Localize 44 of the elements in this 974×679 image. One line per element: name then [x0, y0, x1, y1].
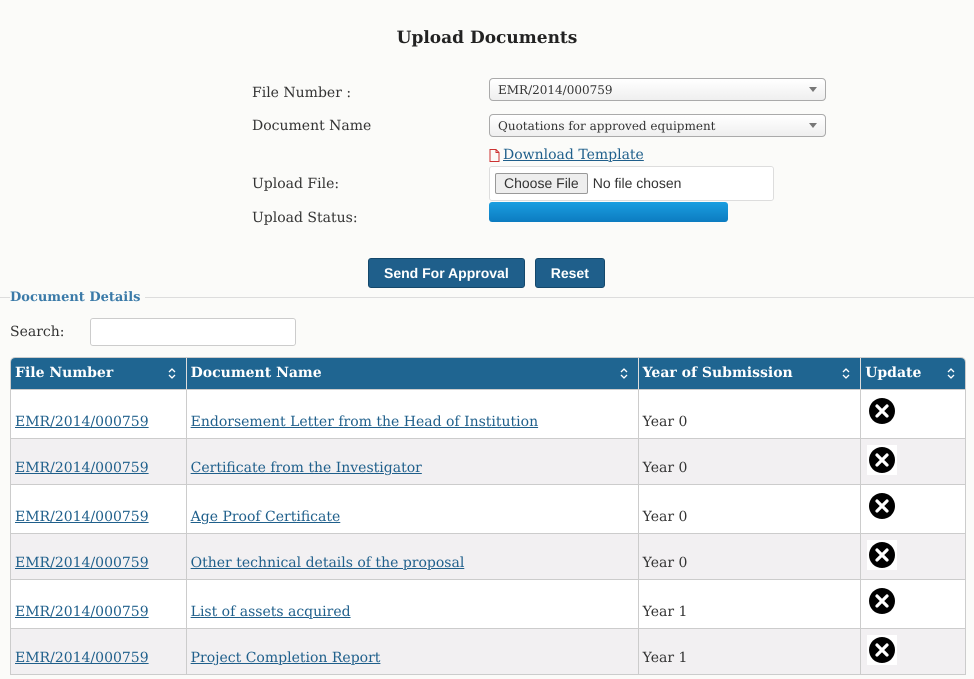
table-cell-text: Year 0: [642, 554, 688, 573]
document-link[interactable]: List of assets acquired: [190, 602, 351, 623]
delete-icon[interactable]: [867, 540, 898, 570]
dropdown-arrow-icon: [809, 87, 817, 92]
column-header[interactable]: Update: [861, 358, 965, 389]
field-label: Upload File:: [252, 174, 340, 194]
table-cell-text: Year 0: [642, 459, 688, 478]
file-number-link[interactable]: EMR/2014/000759: [15, 412, 149, 433]
field-label: File Number :: [252, 84, 352, 102]
document-link[interactable]: Other technical details of the proposal: [190, 553, 464, 574]
file-number-link[interactable]: EMR/2014/000759: [15, 458, 149, 479]
search-label: Search:: [10, 322, 66, 342]
file-status: No file chosen: [592, 174, 682, 193]
document-link[interactable]: Endorsement Letter from the Head of Institution: [190, 412, 538, 433]
dropdown-arrow-icon: [809, 123, 817, 128]
search-field[interactable]: [90, 318, 296, 346]
file-number-link[interactable]: EMR/2014/000759: [15, 507, 149, 528]
sort-icon[interactable]: [842, 368, 850, 379]
file-number-link[interactable]: EMR/2014/000759: [15, 553, 149, 574]
document-icon: [489, 148, 500, 162]
page-title: Upload Documents: [396, 27, 578, 50]
field-label: Upload Status:: [252, 208, 358, 228]
send-for-approval-button[interactable]: Send For Approval: [368, 258, 525, 288]
table-cell-text: Year 1: [642, 603, 688, 622]
field-label: Document Name: [252, 116, 372, 136]
delete-icon[interactable]: [867, 635, 898, 665]
file-input[interactable]: Choose File No file chosen: [489, 166, 774, 201]
dropdown[interactable]: EMR/2014/000759: [489, 78, 826, 101]
download-template-link[interactable]: Download Template: [503, 144, 644, 166]
dropdown[interactable]: Quotations for approved equipment: [489, 114, 826, 137]
choose-file-button[interactable]: Choose File: [495, 173, 588, 194]
sort-icon[interactable]: [168, 368, 176, 379]
table-cell-text: Year 1: [642, 649, 688, 668]
delete-icon[interactable]: [867, 445, 898, 475]
table-cell-text: Year 0: [642, 413, 688, 432]
document-link[interactable]: Project Completion Report: [190, 648, 380, 669]
file-number-link[interactable]: EMR/2014/000759: [15, 602, 149, 623]
sort-icon[interactable]: [620, 368, 628, 379]
table-cell-text: Year 0: [642, 508, 688, 527]
file-number-link[interactable]: EMR/2014/000759: [15, 648, 149, 669]
document-link[interactable]: Age Proof Certificate: [190, 507, 340, 528]
reset-button[interactable]: Reset: [534, 258, 605, 288]
document-link[interactable]: Certificate from the Investigator: [190, 458, 422, 479]
sort-icon[interactable]: [946, 368, 955, 379]
